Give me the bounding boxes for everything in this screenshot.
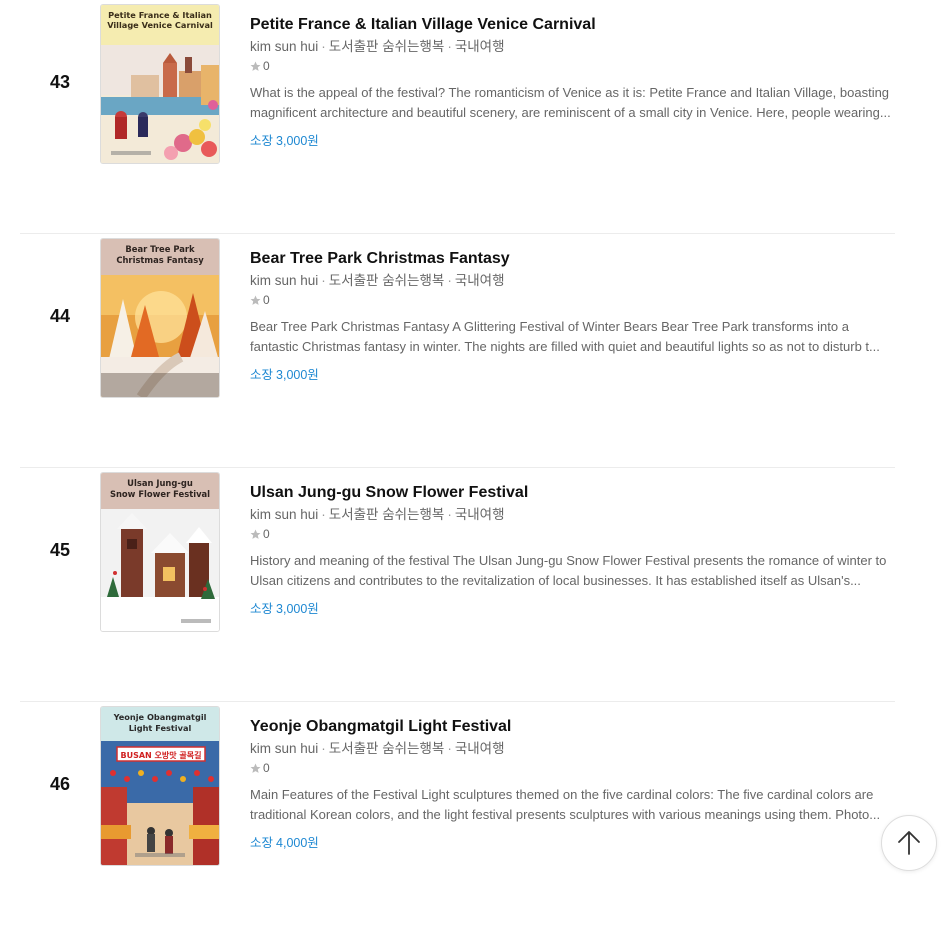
book-description: Main Features of the Festival Light scul…	[250, 787, 881, 822]
price[interactable]: 소장 3,000원	[250, 366, 895, 384]
price-label: 소장	[250, 368, 274, 382]
rating-value: 0	[263, 761, 270, 775]
cover-title: Bear Tree Park	[125, 244, 195, 254]
publisher-name[interactable]: 도서출판 숨쉬는행복	[329, 39, 445, 54]
rating: 0	[250, 58, 895, 74]
price[interactable]: 소장 3,000원	[250, 132, 895, 150]
book-meta: kim sun hui · 도서출판 숨쉬는행복 · 국내여행	[250, 273, 505, 288]
list-item[interactable]: 45 Ulsan Jung-gu Snow Flower Festival Ul…	[20, 468, 895, 702]
rating-value: 0	[263, 527, 270, 541]
book-meta: kim sun hui · 도서출판 숨쉬는행복 · 국내여행	[250, 741, 505, 756]
category-name[interactable]: 국내여행	[455, 741, 505, 756]
book-cover[interactable]: Yeonje Obangmatgil Light Festival BUSAN …	[100, 706, 220, 866]
category-name[interactable]: 국내여행	[455, 39, 505, 54]
cover-banner: BUSAN 오방맛 골목길	[121, 750, 202, 760]
cover-title: Light Festival	[129, 723, 192, 733]
price-value: 3,000원	[276, 602, 319, 616]
cover-title: Yeonje Obangmatgil	[113, 712, 207, 722]
author-name[interactable]: kim sun hui	[250, 507, 318, 522]
publisher-name[interactable]: 도서출판 숨쉬는행복	[329, 507, 445, 522]
author-name[interactable]: kim sun hui	[250, 273, 318, 288]
rating: 0	[250, 526, 895, 542]
price-value: 3,000원	[276, 134, 319, 148]
price-label: 소장	[250, 836, 274, 850]
scroll-top-button[interactable]	[881, 815, 937, 871]
publisher-name[interactable]: 도서출판 숨쉬는행복	[329, 741, 445, 756]
author-name[interactable]: kim sun hui	[250, 39, 318, 54]
cover-title: Petite France & Italian	[108, 10, 212, 20]
category-name[interactable]: 국내여행	[455, 273, 505, 288]
star-icon	[250, 763, 261, 773]
publisher-name[interactable]: 도서출판 숨쉬는행복	[329, 273, 445, 288]
price-label: 소장	[250, 602, 274, 616]
book-list: 43 Petite France & Italian Village Venic…	[20, 0, 895, 936]
book-info: Ulsan Jung-gu Snow Flower Festival kim s…	[250, 482, 895, 618]
rating-value: 0	[263, 59, 270, 73]
cover-title: Ulsan Jung-gu	[127, 478, 193, 488]
book-title[interactable]: Petite France & Italian Village Venice C…	[250, 14, 895, 36]
cover-title: Village Venice Carnival	[107, 20, 213, 30]
cover-title: Snow Flower Festival	[110, 489, 210, 499]
book-info: Yeonje Obangmatgil Light Festival kim su…	[250, 716, 895, 852]
book-cover[interactable]: Petite France & Italian Village Venice C…	[100, 4, 220, 164]
book-info: Petite France & Italian Village Venice C…	[250, 14, 895, 150]
rank-number: 45	[49, 540, 71, 560]
cover-title: Christmas Fantasy	[116, 255, 204, 265]
category-name[interactable]: 국내여행	[455, 507, 505, 522]
book-description: History and meaning of the festival The …	[250, 553, 887, 588]
author-name[interactable]: kim sun hui	[250, 741, 318, 756]
book-description: What is the appeal of the festival? The …	[250, 85, 891, 120]
arrow-up-icon	[898, 831, 920, 855]
rating: 0	[250, 760, 895, 776]
list-item[interactable]: 44 Bear Tree Park Christmas Fantasy Bear…	[20, 234, 895, 468]
rank-number: 46	[49, 774, 71, 794]
book-cover[interactable]: Bear Tree Park Christmas Fantasy	[100, 238, 220, 398]
price-value: 3,000원	[276, 368, 319, 382]
book-info: Bear Tree Park Christmas Fantasy kim sun…	[250, 248, 895, 384]
book-description: Bear Tree Park Christmas Fantasy A Glitt…	[250, 319, 880, 354]
list-item[interactable]: 46 Yeonje Obangmatgil Light Festival BUS…	[20, 702, 895, 936]
star-icon	[250, 529, 261, 539]
list-item[interactable]: 43 Petite France & Italian Village Venic…	[20, 0, 895, 234]
star-icon	[250, 61, 261, 71]
book-cover[interactable]: Ulsan Jung-gu Snow Flower Festival	[100, 472, 220, 632]
rating-value: 0	[263, 293, 270, 307]
star-icon	[250, 295, 261, 305]
rank-number: 44	[49, 306, 71, 326]
book-title[interactable]: Ulsan Jung-gu Snow Flower Festival	[250, 482, 895, 504]
price-label: 소장	[250, 134, 274, 148]
book-meta: kim sun hui · 도서출판 숨쉬는행복 · 국내여행	[250, 507, 505, 522]
book-title[interactable]: Yeonje Obangmatgil Light Festival	[250, 716, 895, 738]
rank-number: 43	[49, 72, 71, 92]
book-title[interactable]: Bear Tree Park Christmas Fantasy	[250, 248, 895, 270]
price-value: 4,000원	[276, 836, 319, 850]
rating: 0	[250, 292, 895, 308]
book-meta: kim sun hui · 도서출판 숨쉬는행복 · 국내여행	[250, 39, 505, 54]
price[interactable]: 소장 4,000원	[250, 834, 895, 852]
price[interactable]: 소장 3,000원	[250, 600, 895, 618]
